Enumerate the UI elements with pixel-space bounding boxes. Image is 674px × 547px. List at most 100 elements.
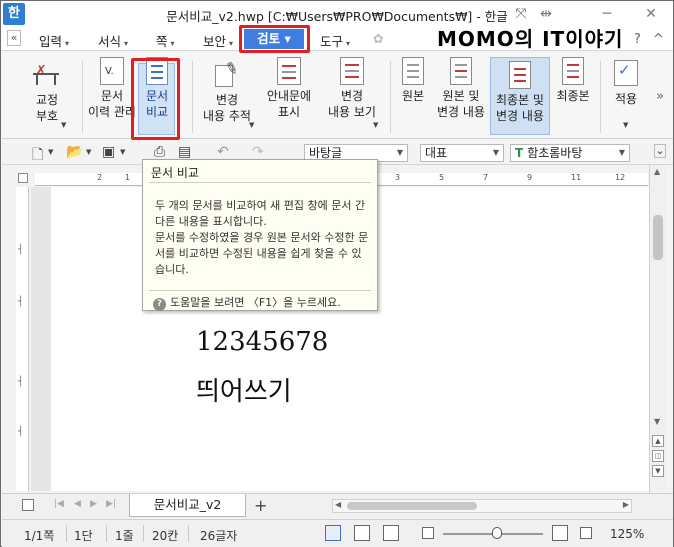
font-select[interactable]: T 함초롬바탕 ▼ (510, 144, 630, 162)
preview-icon[interactable]: ▤ (178, 144, 191, 160)
minimize-icon[interactable]: ─ (597, 5, 617, 23)
track-changes-icon: ✎ (213, 58, 241, 87)
tooltip-divider (149, 290, 371, 291)
chevron-down-icon[interactable]: ▼ (61, 121, 66, 129)
status-page[interactable]: 1/1쪽 (24, 527, 54, 544)
view-changes-button[interactable]: 변경 내용 보기 (320, 57, 384, 120)
vertical-scrollbar[interactable]: ▲ ▼ ▲ ◫ ▼ (649, 165, 666, 493)
open-folder-icon[interactable]: 📂 (66, 144, 83, 160)
menu-format[interactable]: 서식 ▾ (98, 31, 128, 50)
ruler-number: 3 (395, 173, 401, 182)
ruler-number: 9 (527, 173, 533, 182)
ribbon-overflow-icon[interactable]: » (656, 89, 664, 104)
menu-page[interactable]: 쪽 ▾ (156, 31, 175, 50)
scroll-down-icon[interactable]: ▼ (654, 417, 660, 426)
status-divider (66, 525, 67, 542)
save-icon[interactable]: ▣ (102, 144, 115, 160)
ribbon-collapse-button[interactable]: « (7, 30, 21, 46)
tab-list-icon[interactable] (22, 499, 34, 511)
scroll-up-icon[interactable]: ▲ (654, 167, 660, 176)
ribbon-label: 원본 및 변경 내용 (437, 89, 485, 119)
chevron-down-icon[interactable]: ▼ (86, 148, 91, 156)
track-changes-button[interactable]: ✎ 변경 내용 추적 (195, 57, 259, 124)
status-divider (106, 525, 107, 542)
ribbon-divider (82, 61, 83, 133)
pin-icon[interactable]: ⤧ (511, 5, 531, 23)
print-icon[interactable]: ⎙ (154, 144, 165, 160)
ruler-number: 12 (615, 173, 626, 182)
paragraph-select[interactable]: 대표 ▼ (420, 144, 504, 162)
apply-button[interactable]: ✓ 적용 (606, 57, 646, 107)
last-tab-icon[interactable]: ▶| (106, 499, 116, 509)
compare-tooltip: 문서 비교 두 개의 문서를 비교하여 새 편집 창에 문서 간 다른 내용을 … (142, 159, 378, 311)
view-width-icon[interactable] (354, 525, 370, 541)
ruler-corner[interactable] (18, 173, 28, 183)
prev-tab-icon[interactable]: ◀ (74, 499, 81, 509)
chevron-down-icon[interactable]: ▼ (48, 148, 53, 156)
zoom-slider-thumb[interactable] (492, 527, 502, 539)
ribbon-label: 변경 내용 추적 (203, 93, 251, 123)
status-divider (188, 525, 189, 542)
ribbon-label: 교정 부호 (35, 93, 59, 123)
chevron-down-icon[interactable]: ▼ (373, 121, 378, 129)
people-icon: ✿ (373, 31, 384, 46)
menu-label: 서식 (98, 34, 122, 49)
highlight-box-compare (131, 58, 180, 140)
menu-label: 쪽 (156, 34, 168, 49)
view-changes-icon (340, 57, 364, 85)
redo-icon[interactable]: ↷ (252, 144, 264, 160)
add-tab-button[interactable]: + (254, 496, 267, 515)
ribbon: ✗ 교정 부호 V. 문서 이력 관리 문서 비교 ✎ 변경 내용 추적 안내문… (2, 53, 673, 139)
ribbon-label: 변경 내용 보기 (328, 89, 376, 119)
new-document-icon[interactable]: 🗋 (32, 144, 43, 168)
zoom-fit-icon[interactable] (580, 527, 592, 539)
horizontal-scrollbar[interactable]: ◀ ▶ (332, 499, 632, 513)
tab-document[interactable]: 문서비교_v2 (129, 494, 246, 517)
zoom-out-icon[interactable] (422, 527, 434, 539)
document-text-line[interactable]: 띄어쓰기 (196, 371, 292, 408)
ribbon-toggle-icon[interactable]: ^ (653, 32, 664, 47)
first-tab-icon[interactable]: |◀ (54, 499, 64, 509)
scroll-left-icon[interactable]: ◀ (335, 500, 341, 509)
menu-security[interactable]: 보안 ▾ (203, 31, 233, 50)
zoom-level[interactable]: 125% (610, 527, 644, 541)
final-and-changes-button[interactable]: 최종본 및 변경 내용 (490, 57, 550, 135)
vertical-ruler[interactable]: ┤ ┤ ┤ ┤ (16, 187, 29, 491)
horizontal-scroll-thumb[interactable] (347, 502, 477, 510)
font-type-icon: T (515, 146, 524, 160)
final-changes-icon (509, 61, 531, 89)
ribbon-divider (600, 61, 601, 133)
balloon-icon (277, 57, 301, 85)
vertical-scroll-thumb[interactable] (653, 215, 663, 260)
view-page-icon[interactable] (325, 525, 341, 541)
proofread-marks-button[interactable]: ✗ 교정 부호 (19, 57, 75, 124)
menu-insert[interactable]: 입력 ▾ (39, 31, 69, 50)
close-icon[interactable]: ✕ (641, 5, 661, 23)
show-in-balloon-button[interactable]: 안내문에 표시 (261, 57, 317, 120)
toolbar-expand-icon[interactable]: ⌄ (654, 144, 666, 158)
app-window: 한 문서비교_v2.hwp [C:₩Users₩PRO₩Documents₩] … (0, 0, 674, 547)
help-icon: ? (153, 298, 166, 311)
next-page-icon[interactable]: ▼ (652, 465, 664, 477)
prev-page-icon[interactable]: ▲ (652, 435, 664, 447)
zoom-in-icon[interactable] (552, 525, 568, 541)
view-multi-icon[interactable] (383, 525, 399, 541)
next-tab-icon[interactable]: ▶ (90, 499, 97, 509)
original-and-changes-button[interactable]: 원본 및 변경 내용 (434, 57, 488, 120)
tooltip-divider (149, 182, 371, 183)
page-nav-icon[interactable]: ◫ (652, 450, 664, 462)
scroll-right-icon[interactable]: ▶ (623, 500, 629, 509)
chevron-down-icon: ▼ (618, 148, 625, 157)
document-text-line[interactable]: 12345678 (196, 327, 328, 357)
chevron-down-icon[interactable]: ▼ (120, 148, 125, 156)
original-button[interactable]: 원본 (396, 57, 430, 104)
status-column: 20칸 (152, 529, 179, 543)
help-question-icon[interactable]: ? (634, 32, 641, 47)
ruler-number: 2 (97, 173, 103, 182)
chevron-down-icon[interactable]: ▼ (623, 121, 628, 129)
menu-tools[interactable]: 도구 ▾ (320, 31, 350, 50)
fit-icon[interactable]: ⇹ (536, 5, 556, 23)
chevron-down-icon[interactable]: ▼ (249, 121, 254, 129)
final-button[interactable]: 최종본 (553, 57, 593, 104)
undo-icon[interactable]: ↶ (217, 144, 229, 160)
